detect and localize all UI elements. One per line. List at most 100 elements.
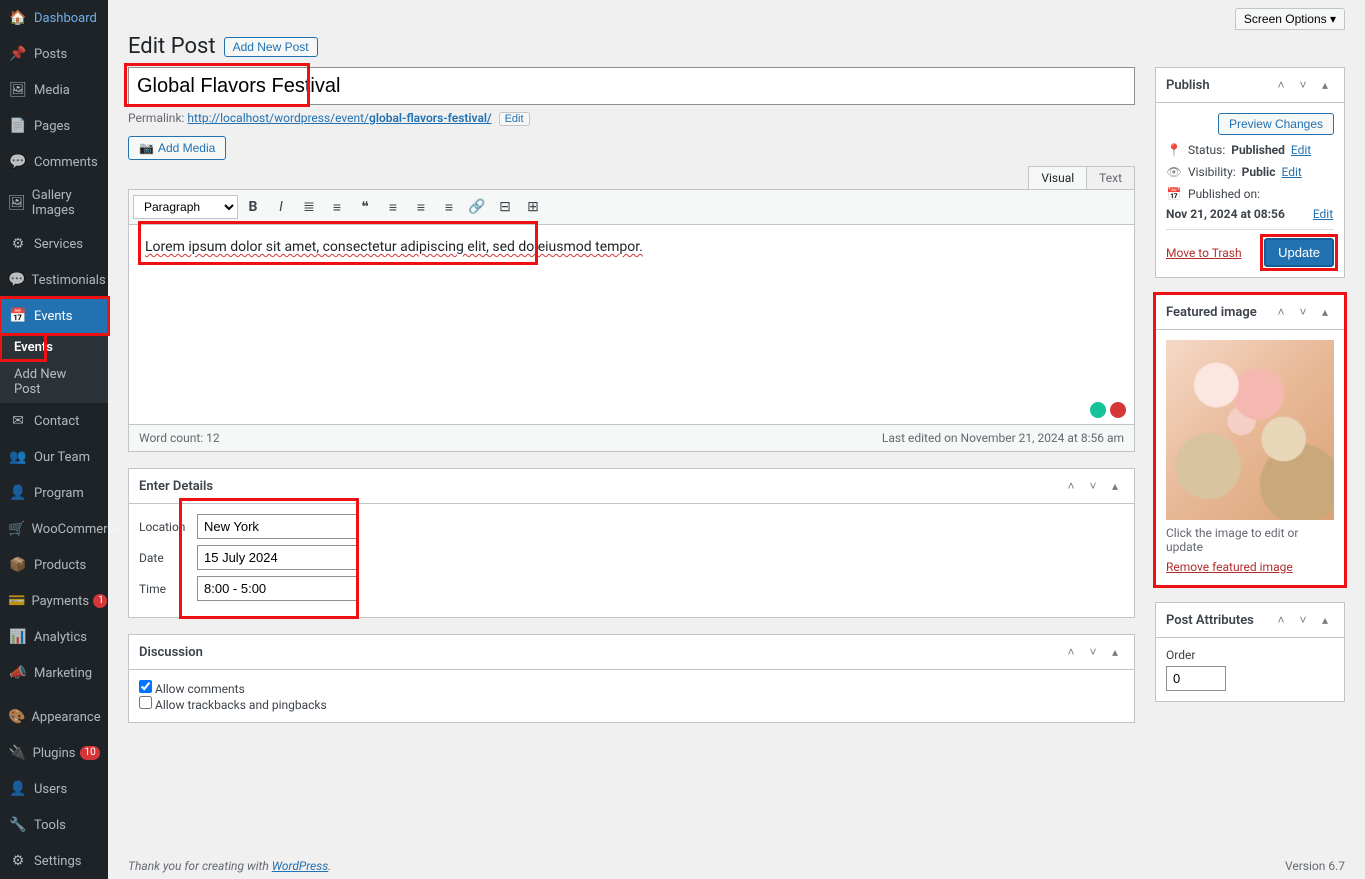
move-down-icon[interactable]: ˅: [1084, 477, 1102, 495]
move-up-icon[interactable]: ˄: [1062, 643, 1080, 661]
align-center-button[interactable]: ≡: [408, 194, 434, 220]
sidebar-item-program[interactable]: 👤Program: [0, 475, 108, 511]
submenu-item[interactable]: Add New Post: [0, 361, 108, 403]
move-up-icon[interactable]: ˄: [1272, 611, 1290, 629]
toggle-icon[interactable]: ▴: [1106, 477, 1124, 495]
move-up-icon[interactable]: ˄: [1062, 477, 1080, 495]
align-left-button[interactable]: ≡: [380, 194, 406, 220]
featured-caption: Click the image to edit or update: [1166, 526, 1334, 554]
permalink-link[interactable]: http://localhost/wordpress/event/global-…: [187, 111, 491, 125]
sidebar-item-woocommerce[interactable]: 🛒WooCommerce: [0, 511, 108, 547]
featured-image-thumbnail[interactable]: [1166, 340, 1334, 520]
badge: 10: [80, 746, 100, 760]
menu-icon: 👥: [8, 447, 28, 467]
edit-visibility-link[interactable]: Edit: [1281, 165, 1301, 179]
sidebar-item-analytics[interactable]: 📊Analytics: [0, 619, 108, 655]
toggle-icon[interactable]: ▴: [1316, 76, 1334, 94]
sidebar-item-dashboard[interactable]: 🏠Dashboard: [0, 0, 108, 36]
word-count: Word count: 12: [139, 431, 220, 445]
align-right-button[interactable]: ≡: [436, 194, 462, 220]
edit-status-link[interactable]: Edit: [1291, 143, 1311, 157]
location-input[interactable]: [197, 514, 357, 539]
allow-trackbacks-checkbox[interactable]: Allow trackbacks and pingbacks: [139, 698, 327, 712]
text-tab[interactable]: Text: [1086, 166, 1135, 189]
remove-featured-link[interactable]: Remove featured image: [1166, 560, 1293, 574]
add-new-post-button[interactable]: Add New Post: [224, 37, 318, 57]
italic-button[interactable]: I: [268, 194, 294, 220]
order-input[interactable]: [1166, 666, 1226, 691]
sidebar-item-contact[interactable]: ✉Contact: [0, 403, 108, 439]
sidebar-item-tools[interactable]: 🔧Tools: [0, 807, 108, 843]
format-select[interactable]: Paragraph: [133, 195, 238, 219]
footer-version: Version 6.7: [1285, 859, 1345, 873]
add-media-button[interactable]: 📷 Add Media: [128, 136, 226, 160]
numbered-list-button[interactable]: ≡: [324, 194, 350, 220]
menu-icon: ✉: [8, 411, 28, 431]
pin-icon: 📍: [1166, 143, 1182, 157]
quote-button[interactable]: ❝: [352, 194, 378, 220]
readmore-button[interactable]: ⊟: [492, 194, 518, 220]
sidebar-item-our-team[interactable]: 👥Our Team: [0, 439, 108, 475]
sidebar-item-testimonials[interactable]: 💬Testimonials: [0, 262, 108, 298]
menu-icon: 💬: [8, 152, 28, 172]
menu-icon: 📣: [8, 663, 28, 683]
last-edited: Last edited on November 21, 2024 at 8:56…: [882, 431, 1124, 445]
menu-icon: 🔌: [8, 743, 27, 763]
bullet-list-button[interactable]: ≣: [296, 194, 322, 220]
menu-icon: 📌: [8, 44, 28, 64]
time-input[interactable]: [197, 576, 357, 601]
visual-tab[interactable]: Visual: [1028, 166, 1087, 189]
menu-icon: 🖼: [8, 193, 26, 213]
sidebar-item-payments[interactable]: 💳Payments1: [0, 583, 108, 619]
move-to-trash-link[interactable]: Move to Trash: [1166, 246, 1242, 260]
sidebar-item-marketing[interactable]: 📣Marketing: [0, 655, 108, 691]
editor-toolbar: Paragraph B I ≣ ≡ ❝ ≡ ≡ ≡ 🔗 ⊟ ⊞: [128, 189, 1135, 225]
allow-comments-checkbox[interactable]: Allow comments: [139, 682, 245, 696]
move-down-icon[interactable]: ˅: [1294, 611, 1312, 629]
link-button[interactable]: 🔗: [464, 194, 490, 220]
sidebar-item-pages[interactable]: 📄Pages: [0, 108, 108, 144]
move-up-icon[interactable]: ˄: [1272, 76, 1290, 94]
camera-icon: 📷: [139, 141, 154, 155]
post-title-input[interactable]: [128, 67, 1135, 105]
menu-icon: 📊: [8, 627, 28, 647]
page-title: Edit Post: [128, 34, 216, 59]
grammarly-icon[interactable]: [1090, 402, 1106, 418]
move-down-icon[interactable]: ˅: [1294, 303, 1312, 321]
menu-icon: 🎨: [8, 707, 25, 727]
grammarly-alert-icon[interactable]: [1110, 402, 1126, 418]
featured-title: Featured image: [1166, 305, 1257, 320]
sidebar-item-events[interactable]: 📅Events: [0, 298, 108, 334]
submenu-item[interactable]: Events: [0, 334, 108, 361]
main-content: Screen Options ▾ Edit Post Add New Post …: [108, 0, 1365, 879]
move-down-icon[interactable]: ˅: [1294, 76, 1312, 94]
move-up-icon[interactable]: ˄: [1272, 303, 1290, 321]
sidebar-item-comments[interactable]: 💬Comments: [0, 144, 108, 180]
sidebar-item-plugins[interactable]: 🔌Plugins10: [0, 735, 108, 771]
menu-icon: 📦: [8, 555, 28, 575]
date-input[interactable]: [197, 545, 357, 570]
toggle-icon[interactable]: ▴: [1106, 643, 1124, 661]
update-button[interactable]: Update: [1264, 238, 1334, 267]
move-down-icon[interactable]: ˅: [1084, 643, 1102, 661]
sidebar-item-products[interactable]: 📦Products: [0, 547, 108, 583]
order-label: Order: [1166, 648, 1334, 662]
wordpress-link[interactable]: WordPress: [272, 859, 329, 873]
sidebar-item-posts[interactable]: 📌Posts: [0, 36, 108, 72]
edit-date-link[interactable]: Edit: [1313, 207, 1333, 221]
sidebar-item-services[interactable]: ⚙Services: [0, 226, 108, 262]
sidebar-item-media[interactable]: 🖼Media: [0, 72, 108, 108]
toolbar-toggle-button[interactable]: ⊞: [520, 194, 546, 220]
editor-content: Lorem ipsum dolor sit amet, consectetur …: [145, 239, 643, 255]
sidebar-item-settings[interactable]: ⚙Settings: [0, 843, 108, 879]
preview-button[interactable]: Preview Changes: [1218, 113, 1334, 135]
toggle-icon[interactable]: ▴: [1316, 303, 1334, 321]
edit-permalink-button[interactable]: Edit: [499, 112, 530, 126]
sidebar-item-appearance[interactable]: 🎨Appearance: [0, 699, 108, 735]
sidebar-item-users[interactable]: 👤Users: [0, 771, 108, 807]
toggle-icon[interactable]: ▴: [1316, 611, 1334, 629]
editor-canvas[interactable]: Lorem ipsum dolor sit amet, consectetur …: [128, 225, 1135, 425]
screen-options-button[interactable]: Screen Options ▾: [1235, 8, 1345, 30]
bold-button[interactable]: B: [240, 194, 266, 220]
sidebar-item-gallery-images[interactable]: 🖼Gallery Images: [0, 180, 108, 226]
